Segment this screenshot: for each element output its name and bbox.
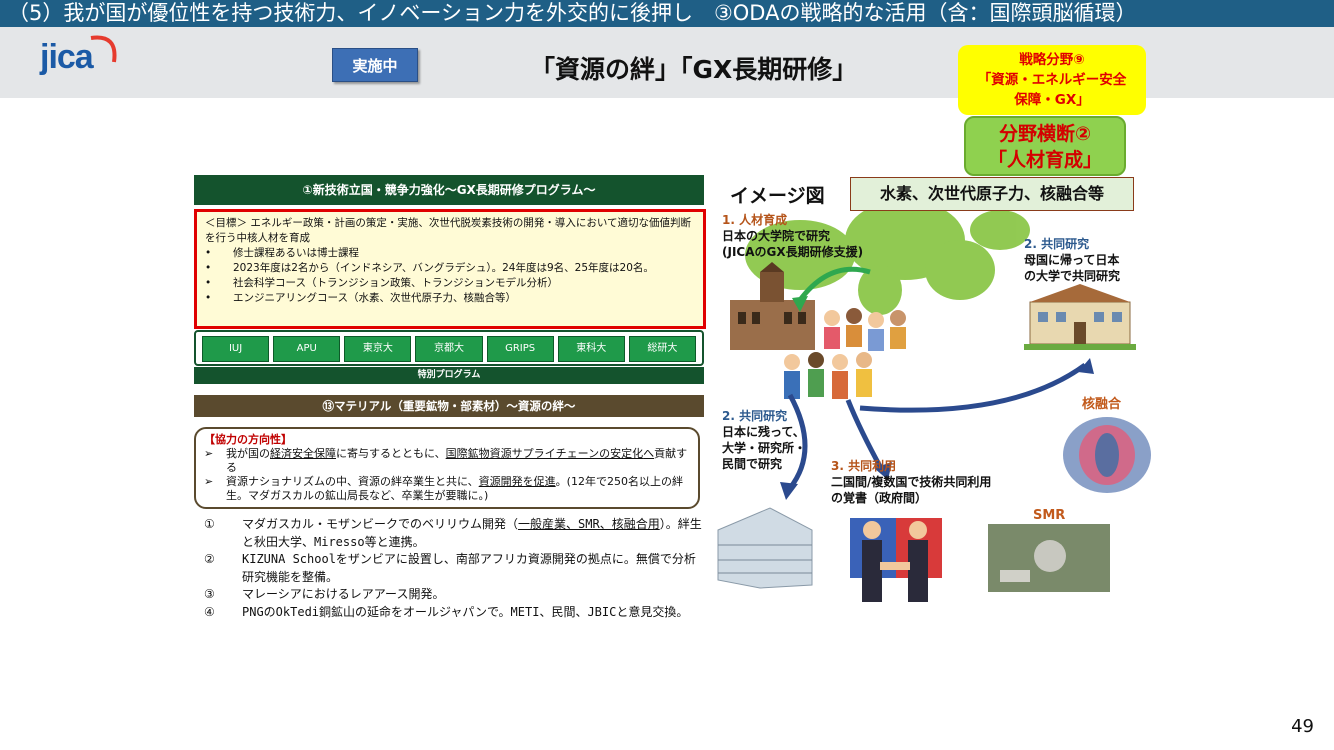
label-human-resources: 1. 人材育成 日本の大学院で研究 (JICAのGX長期研修支援) — [722, 213, 864, 259]
image-title: イメージ図 — [730, 185, 825, 207]
label-joint-use: 3. 共同利用 二国間/複数国で技術共同利用 の覚書（政府間） — [831, 459, 992, 505]
page-number: 49 — [1291, 716, 1314, 737]
students-group-icon — [824, 308, 906, 351]
handshake-icon — [850, 518, 942, 602]
image-diagram-graphics — [717, 200, 1151, 602]
office-building-icon — [717, 507, 813, 589]
school-building-icon — [1024, 284, 1136, 350]
smr-plant-icon — [988, 524, 1110, 592]
fusion-reactor-icon — [1063, 417, 1151, 493]
label-joint-research-japan: 2. 共同研究 日本に残って、 大学・研究所・ 民間で研究 — [722, 409, 807, 471]
researchers-group-icon — [784, 352, 872, 399]
tech-badge: 水素、次世代原子力、核融合等 — [850, 177, 1134, 211]
label-joint-research-home: 2. 共同研究 母国に帰って日本 の大学で共同研究 — [1024, 237, 1121, 283]
return-arrow-icon — [859, 362, 1087, 413]
label-fusion: 核融合 — [1082, 397, 1122, 412]
label-smr: SMR — [1033, 508, 1066, 523]
